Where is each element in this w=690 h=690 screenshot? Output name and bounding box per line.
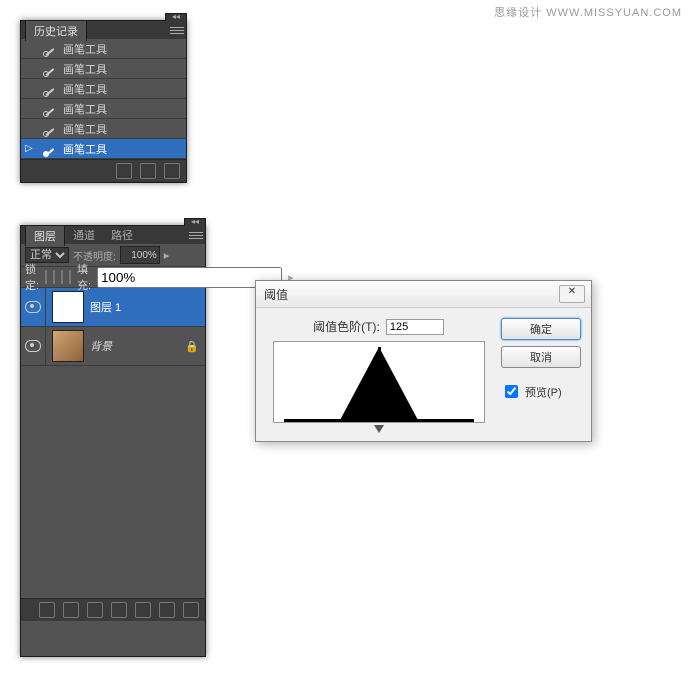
brush-icon (43, 102, 57, 116)
history-item-label: 画笔工具 (63, 81, 107, 97)
brush-icon (43, 62, 57, 76)
watermark-text: 思缘设计 WWW.MISSYUAN.COM (494, 4, 682, 20)
dialog-main: 阈值色阶(T): (266, 318, 491, 431)
brush-icon (43, 142, 57, 156)
fx-icon[interactable] (63, 602, 79, 618)
preview-label: 预览(P) (525, 384, 562, 400)
layer-name[interactable]: 图层 1 (90, 299, 205, 315)
layer-name[interactable]: 背景 (90, 338, 185, 354)
history-item[interactable]: 画笔工具 (21, 99, 186, 119)
threshold-row: 阈值色阶(T): (266, 318, 491, 335)
history-item-label: 画笔工具 (63, 61, 107, 77)
delete-layer-icon[interactable] (183, 602, 199, 618)
layers-tabs: 图层 通道 路径 (21, 226, 205, 244)
layer-thumbnail[interactable] (52, 330, 84, 362)
opacity-flyout-icon[interactable]: ▸ (164, 249, 170, 262)
ok-button[interactable]: 确定 (501, 318, 581, 340)
layer-row[interactable]: 背景🔒 (21, 327, 205, 366)
visibility-toggle[interactable] (21, 288, 46, 326)
layers-footer (21, 598, 205, 621)
layer-thumbnail[interactable] (52, 291, 84, 323)
history-panel: ◂◂ 历史记录 画笔工具画笔工具画笔工具画笔工具画笔工具▷画笔工具 (20, 20, 187, 183)
new-layer-icon[interactable] (159, 602, 175, 618)
tab-paths[interactable]: 路径 (103, 225, 141, 245)
brush-icon (43, 42, 57, 56)
lock-pixels-icon[interactable] (53, 270, 55, 284)
group-icon[interactable] (135, 602, 151, 618)
history-footer (21, 159, 186, 182)
histogram-chart (273, 341, 485, 423)
fill-label: 填充: (77, 261, 91, 293)
history-item-label: 画笔工具 (63, 141, 107, 157)
preview-checkbox[interactable] (505, 385, 518, 398)
opacity-input[interactable] (120, 246, 160, 264)
layers-panel: ◂◂ 图层 通道 路径 正常 不透明度: ▸ 锁定: 填充: ▸ 图层 1背景🔒 (20, 225, 206, 657)
lock-all-icon[interactable] (69, 270, 71, 284)
link-layers-icon[interactable] (39, 602, 55, 618)
brush-icon (43, 82, 57, 96)
trash-icon[interactable] (164, 163, 180, 179)
eye-icon (25, 301, 41, 313)
threshold-slider[interactable] (274, 425, 484, 431)
dialog-buttons: 确定 取消 预览(P) (501, 318, 581, 431)
layer-list: 图层 1 背景🔒 (21, 288, 205, 598)
history-tabs: 历史记录 (21, 21, 186, 39)
snapshot-icon[interactable] (116, 163, 132, 179)
layer-options-row: 正常 不透明度: ▸ (21, 244, 205, 267)
cancel-button[interactable]: 取消 (501, 346, 581, 368)
histogram-peak (339, 347, 419, 422)
eye-icon (25, 340, 41, 352)
panel-menu-icon[interactable] (189, 228, 203, 242)
lock-transparency-icon[interactable] (45, 270, 47, 284)
history-item-label: 画笔工具 (63, 101, 107, 117)
history-item-label: 画笔工具 (63, 41, 107, 57)
lock-row: 锁定: 填充: ▸ (21, 267, 205, 288)
history-item[interactable]: 画笔工具 (21, 59, 186, 79)
layer-row[interactable]: 图层 1 (21, 288, 205, 327)
history-item[interactable]: 画笔工具 (21, 119, 186, 139)
history-tab[interactable]: 历史记录 (25, 20, 87, 41)
slider-thumb-icon[interactable] (374, 425, 384, 433)
dialog-body: 阈值色阶(T): 确定 取消 预览(P) (256, 308, 591, 441)
brush-icon (43, 122, 57, 136)
tab-channels[interactable]: 通道 (65, 225, 103, 245)
lock-icon: 🔒 (185, 340, 199, 353)
threshold-input[interactable] (386, 319, 444, 335)
threshold-label: 阈值色阶(T): (313, 318, 380, 335)
history-list: 画笔工具画笔工具画笔工具画笔工具画笔工具▷画笔工具 (21, 39, 186, 159)
dialog-close-button[interactable]: ✕ (559, 285, 585, 303)
panel-menu-icon[interactable] (170, 23, 184, 37)
mask-icon[interactable] (87, 602, 103, 618)
dialog-title-text: 阈值 (264, 286, 288, 303)
history-item-label: 画笔工具 (63, 121, 107, 137)
dialog-titlebar[interactable]: 阈值 ✕ (256, 281, 591, 308)
preview-checkbox-row[interactable]: 预览(P) (501, 382, 581, 401)
history-item[interactable]: 画笔工具 (21, 79, 186, 99)
tab-layers[interactable]: 图层 (25, 225, 65, 246)
history-item[interactable]: 画笔工具 (21, 39, 186, 59)
history-marker: ▷ (25, 143, 37, 154)
adjustment-icon[interactable] (111, 602, 127, 618)
lock-position-icon[interactable] (61, 270, 63, 284)
threshold-dialog: 阈值 ✕ 阈值色阶(T): 确定 取消 预览(P) (255, 280, 592, 442)
new-state-icon[interactable] (140, 163, 156, 179)
history-item[interactable]: ▷ 画笔工具 (21, 139, 186, 159)
visibility-toggle[interactable] (21, 327, 46, 365)
